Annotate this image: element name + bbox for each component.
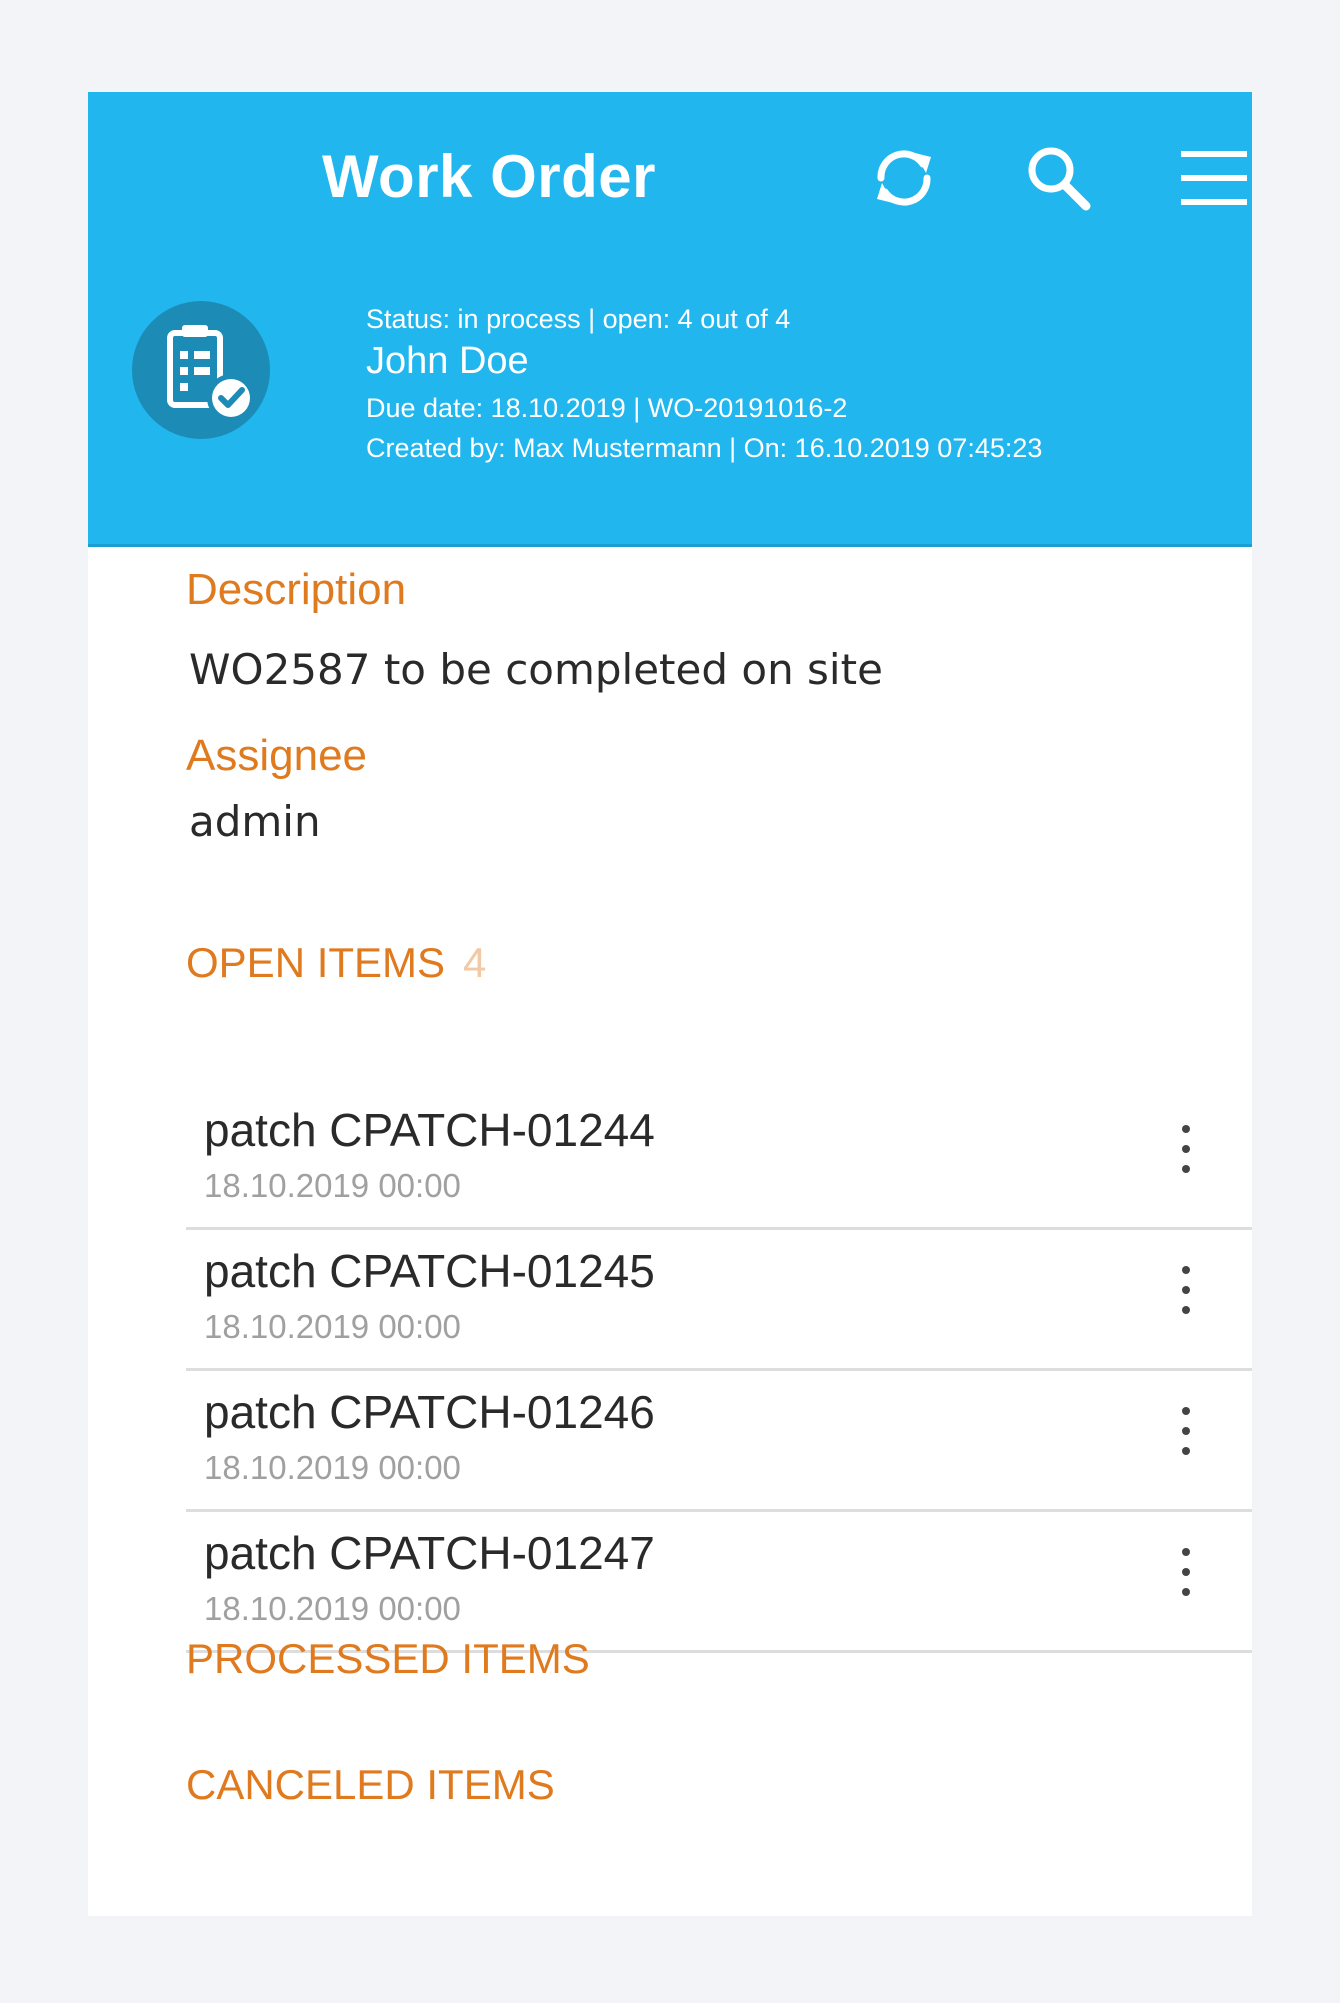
menu-button[interactable] — [1174, 138, 1254, 218]
item-date: 18.10.2019 00:00 — [204, 1167, 461, 1204]
work-order-avatar — [132, 301, 270, 439]
item-title: patch CPATCH-01247 — [204, 1527, 655, 1579]
menu-icon — [1181, 151, 1247, 205]
more-options-icon[interactable] — [1176, 1121, 1196, 1181]
list-item[interactable]: patch CPATCH-01247 18.10.2019 00:00 — [186, 1512, 1252, 1653]
item-date: 18.10.2019 00:00 — [204, 1590, 461, 1627]
work-order-summary: Status: in process | open: 4 out of 4 Jo… — [366, 302, 1042, 468]
open-items-list: patch CPATCH-01244 18.10.2019 00:00 patc… — [186, 1089, 1252, 1653]
assignee-label: Assignee — [186, 731, 368, 780]
app-bar: Work Order Status: in process | open: 4 … — [88, 92, 1252, 547]
refresh-icon — [877, 150, 931, 206]
list-item[interactable]: patch CPATCH-01245 18.10.2019 00:00 — [186, 1230, 1252, 1371]
clipboard-check-icon — [167, 325, 255, 422]
processed-items-header[interactable]: PROCESSED ITEMS — [186, 1635, 590, 1683]
due-date-text: Due date: 18.10.2019 | WO-20191016-2 — [366, 393, 848, 423]
description-value: WO2587 to be completed on site — [189, 645, 883, 694]
open-items-label: OPEN ITEMS — [186, 939, 446, 986]
item-date: 18.10.2019 00:00 — [204, 1308, 461, 1345]
list-item[interactable]: patch CPATCH-01244 18.10.2019 00:00 — [186, 1089, 1252, 1230]
item-date: 18.10.2019 00:00 — [204, 1449, 461, 1486]
open-items-header[interactable]: OPEN ITEMS 4 — [186, 939, 486, 987]
item-title: patch CPATCH-01245 — [204, 1245, 655, 1297]
more-options-icon[interactable] — [1176, 1544, 1196, 1604]
more-options-icon[interactable] — [1176, 1403, 1196, 1463]
created-by-text: Created by: Max Mustermann | On: 16.10.2… — [366, 433, 1043, 463]
item-title: patch CPATCH-01244 — [204, 1104, 655, 1156]
page-title: Work Order — [322, 143, 656, 210]
description-label: Description — [186, 565, 407, 614]
search-icon — [1028, 147, 1091, 211]
status-text: Status: in process | open: 4 out of 4 — [366, 304, 791, 334]
open-items-count: 4 — [463, 939, 487, 986]
refresh-button[interactable] — [864, 138, 944, 218]
search-button[interactable] — [1018, 138, 1098, 218]
list-item[interactable]: patch CPATCH-01246 18.10.2019 00:00 — [186, 1371, 1252, 1512]
customer-name: John Doe — [366, 340, 529, 382]
item-title: patch CPATCH-01246 — [204, 1386, 655, 1438]
work-order-screen: Work Order Status: in process | open: 4 … — [88, 92, 1252, 1916]
assignee-value: admin — [189, 797, 321, 846]
more-options-icon[interactable] — [1176, 1262, 1196, 1322]
canceled-items-header[interactable]: CANCELED ITEMS — [186, 1761, 555, 1809]
